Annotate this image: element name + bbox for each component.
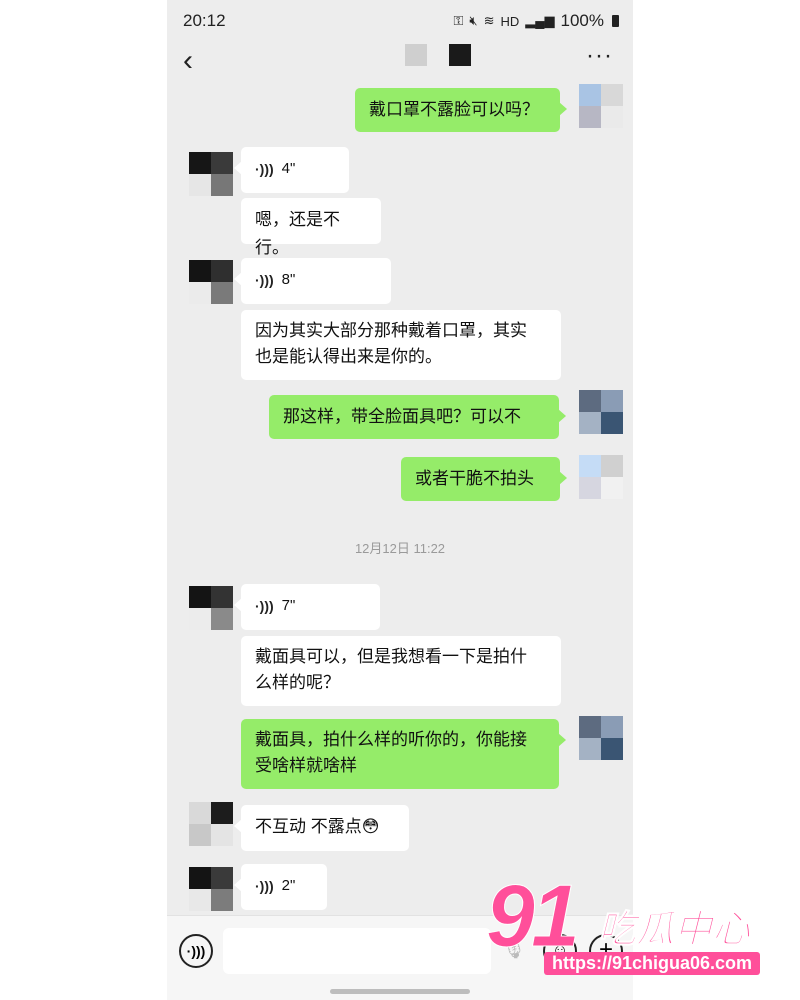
home-indicator[interactable]: [330, 989, 470, 994]
message-text: 或者干脆不拍头: [415, 469, 534, 488]
voice-message[interactable]: ·))) 4": [234, 147, 349, 193]
network-badge: HD: [500, 13, 520, 29]
outgoing-message[interactable]: 戴口罩不露脸可以吗？: [355, 88, 567, 132]
watermark-text: 吃瓜中心: [597, 909, 751, 952]
chat-title: [405, 44, 471, 66]
voice-wave-icon: ·))): [255, 598, 274, 614]
status-icons: ⚿ 🔇︎ ≋ HD ▂▄▆ 100%: [453, 11, 619, 31]
signal-icon: ▂▄▆: [525, 13, 555, 28]
message-text: 嗯，还是不行。: [255, 210, 340, 257]
voice-message[interactable]: ·))) 7": [234, 584, 380, 630]
key-icon: ⚿: [453, 13, 464, 28]
chat-timestamp: 12月12日 11:22: [354, 541, 446, 556]
battery-text: 100%: [560, 11, 604, 30]
chevron-left-icon[interactable]: ‹: [183, 46, 193, 76]
voice-duration: 2": [281, 877, 296, 894]
voice-message[interactable]: ·))) 2": [234, 864, 327, 910]
voice-toggle-icon[interactable]: ·))): [179, 934, 213, 968]
more-dots-icon[interactable]: ···: [586, 42, 613, 70]
avatar[interactable]: [579, 455, 623, 499]
incoming-message[interactable]: 不互动 不露点😳: [234, 805, 409, 851]
status-bar: 20:12 ⚿ 🔇︎ ≋ HD ▂▄▆ 100%: [167, 0, 633, 40]
message-text-line: 戴面具，拍什么样的听你的，你能接: [255, 730, 527, 749]
avatar[interactable]: [579, 716, 623, 760]
outgoing-message[interactable]: 或者干脆不拍头: [401, 457, 567, 501]
mute-icon: 🔇︎: [469, 13, 478, 28]
chat-header: ‹ ···: [167, 40, 633, 84]
outgoing-message[interactable]: 那这样，带全脸面具吧？可以不: [269, 395, 566, 439]
voice-duration: 4": [281, 160, 296, 177]
message-text-line: 也是能认得出来是你的。: [255, 347, 442, 366]
title-censor-block: [405, 44, 427, 66]
message-text-line: 受啥样就啥样: [255, 756, 357, 775]
watermark: 91 吃瓜中心 https://91chigua06.com: [486, 866, 786, 988]
voice-wave-icon: ·))): [255, 272, 274, 288]
voice-message[interactable]: ·))) 8": [234, 258, 391, 304]
avatar[interactable]: [579, 84, 623, 128]
wifi-icon: ≋: [483, 13, 495, 28]
message-text-line: 戴面具可以，但是我想看一下是拍什: [255, 647, 527, 666]
avatar[interactable]: [189, 586, 233, 630]
voice-duration: 7": [281, 597, 296, 614]
watermark-url: https://91chigua06.com: [544, 952, 761, 975]
avatar[interactable]: [189, 867, 233, 911]
message-text-line: 因为其实大部分那种戴着口罩，其实: [255, 321, 527, 340]
message-text: 那这样，带全脸面具吧？可以不: [283, 407, 521, 426]
status-time: 20:12: [183, 11, 226, 30]
voice-wave-icon: ·))): [255, 161, 274, 177]
avatar[interactable]: [189, 260, 233, 304]
incoming-message[interactable]: 嗯，还是不行。: [241, 198, 381, 257]
incoming-message[interactable]: 戴面具可以，但是我想看一下是拍什 么样的呢？: [241, 636, 561, 706]
voice-wave-icon: ·))): [255, 878, 274, 894]
outgoing-message[interactable]: 戴面具，拍什么样的听你的，你能接 受啥样就啥样: [241, 719, 566, 789]
battery-icon: [612, 15, 619, 27]
avatar[interactable]: [579, 390, 623, 434]
incoming-message[interactable]: 因为其实大部分那种戴着口罩，其实 也是能认得出来是你的。: [241, 310, 561, 380]
message-text: 戴口罩不露脸可以吗？: [369, 100, 539, 119]
message-text: 不互动 不露点😳: [255, 817, 380, 836]
message-input[interactable]: [223, 928, 491, 974]
message-text-line: 么样的呢？: [255, 673, 340, 692]
phone-screen: 20:12 ⚿ 🔇︎ ≋ HD ▂▄▆ 100% ‹ ··· 戴口罩不露脸可以吗…: [167, 0, 633, 1000]
voice-duration: 8": [281, 271, 296, 288]
title-censor-block: [449, 44, 471, 66]
avatar[interactable]: [189, 802, 233, 846]
avatar[interactable]: [189, 152, 233, 196]
watermark-number: 91: [486, 866, 581, 965]
